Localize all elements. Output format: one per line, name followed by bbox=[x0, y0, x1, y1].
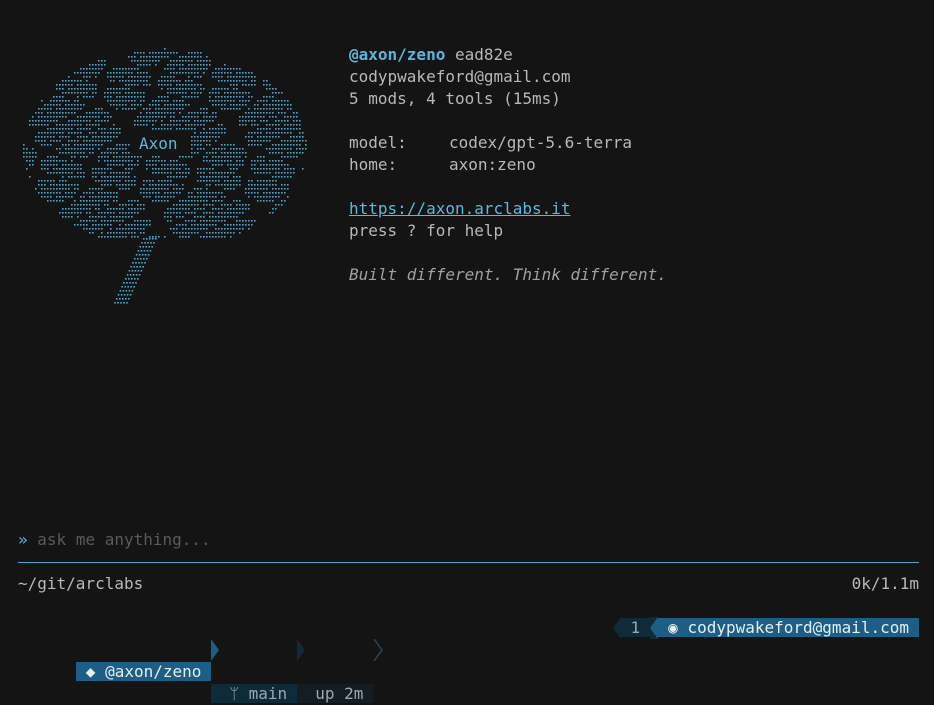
commit-hash: ead82e bbox=[454, 45, 513, 64]
model-value: codex/gpt-5.6-terra bbox=[449, 133, 633, 152]
powerline-arrow-left-icon bbox=[650, 617, 659, 639]
website-link[interactable]: https://axon.arclabs.it bbox=[349, 199, 571, 218]
status-user-segment[interactable]: ◆ @axon/zeno bbox=[75, 662, 212, 681]
prompt-chevron-icon: » bbox=[18, 530, 28, 549]
status-branch: main bbox=[248, 684, 288, 703]
status-user: @axon/zeno bbox=[105, 662, 202, 681]
home-key: home: bbox=[349, 155, 398, 174]
powerline-arrow-icon bbox=[297, 639, 306, 661]
help-hint: press ? for help bbox=[349, 221, 504, 240]
input-divider bbox=[18, 562, 919, 563]
status-count: 1 bbox=[620, 618, 651, 637]
brain-logo-icon: Axon bbox=[23, 48, 307, 304]
repo-handle: @axon/zeno bbox=[349, 45, 446, 64]
status-email: codypwakeford@gmail.com bbox=[687, 618, 909, 637]
status-uptime: up 2m bbox=[297, 684, 374, 703]
diamond-icon: ◆ bbox=[85, 662, 96, 681]
prompt-placeholder: ask me anything... bbox=[37, 530, 211, 549]
powerline-arrow-icon bbox=[211, 639, 220, 661]
token-usage: 0k/1.1m bbox=[851, 574, 919, 593]
git-branch-icon: ᛘ bbox=[229, 684, 240, 703]
home-row: home: axon:zeno bbox=[349, 154, 536, 176]
circle-icon: ◉ bbox=[668, 618, 678, 637]
statusbar-left: ◆ @axon/zeno ᛘ main up 2m bbox=[18, 617, 384, 703]
home-value: axon:zeno bbox=[449, 155, 536, 174]
powerline-arrow-icon bbox=[373, 638, 384, 662]
prompt-input[interactable]: » ask me anything... bbox=[18, 529, 211, 551]
statusbar-right: 1 ◉ codypwakeford@gmail.com bbox=[612, 617, 919, 639]
status-email-segment[interactable]: ◉ codypwakeford@gmail.com bbox=[658, 618, 919, 637]
logo-label: Axon bbox=[139, 134, 178, 153]
tagline: Built different. Think different. bbox=[349, 265, 667, 284]
user-email: codypwakeford@gmail.com bbox=[349, 67, 571, 86]
status-branch-segment[interactable]: ᛘ main bbox=[211, 684, 298, 703]
info-header: @axon/zeno ead82e bbox=[349, 44, 513, 66]
model-key: model: bbox=[349, 133, 407, 152]
load-stats: 5 mods, 4 tools (15ms) bbox=[349, 89, 561, 108]
current-directory: ~/git/arclabs bbox=[18, 574, 144, 593]
powerline-arrow-left-icon bbox=[612, 617, 621, 639]
model-row: model: codex/gpt-5.6-terra bbox=[349, 132, 632, 154]
